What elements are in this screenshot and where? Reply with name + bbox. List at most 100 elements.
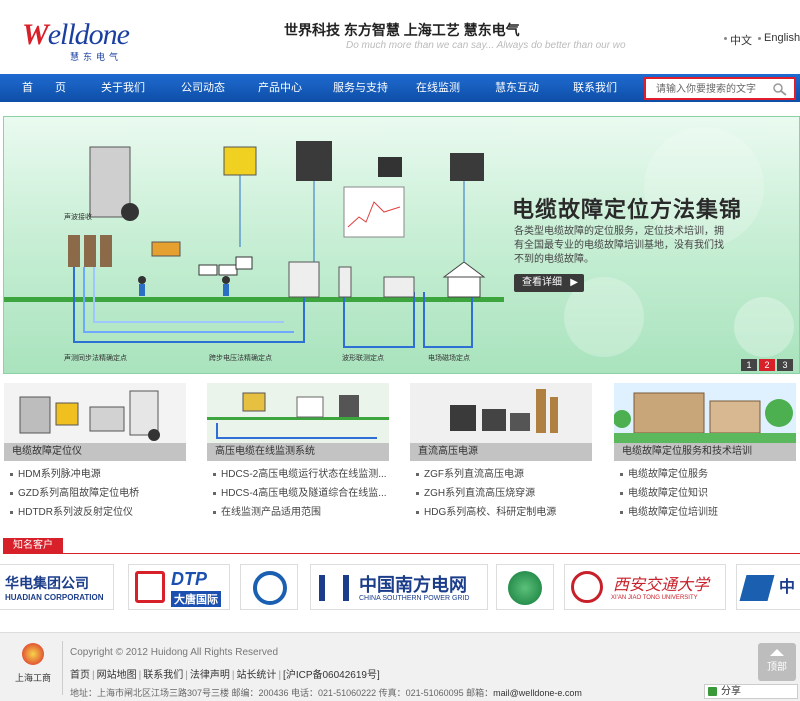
share-button[interactable]: 分享 — [704, 684, 798, 699]
csg-emblem-icon — [319, 575, 349, 601]
client-logo-csg[interactable]: 中国南方电网 CHINA SOUTHERN POWER GRID — [310, 564, 488, 610]
bullet-icon — [724, 37, 727, 40]
product-image[interactable] — [4, 383, 186, 443]
diagram-label: 声测同步法精确定点 — [64, 355, 127, 362]
footer-link-icp[interactable]: [沪ICP备06042619号] — [283, 670, 380, 681]
list-item[interactable]: HDCS-4高压电缆及隧道综合在线监... — [207, 484, 389, 503]
footer-link-home[interactable]: 首页 — [70, 670, 90, 681]
client-logo-xjtu[interactable]: 西安交通大学 XI'AN JIAO TONG UNIVERSITY — [564, 564, 726, 610]
list-item[interactable]: ZGH系列直流高压烧穿源 — [410, 484, 592, 503]
business-license-badge[interactable]: 上海工商 — [8, 643, 58, 695]
client-logo-sgcc[interactable] — [496, 564, 554, 610]
product-category-bar[interactable]: 电缆故障定位仪 — [4, 443, 186, 461]
clients-section-title: 知名客户 — [3, 538, 63, 553]
list-item[interactable]: HDCS-2高压电缆运行状态在线监测... — [207, 465, 389, 484]
product-image[interactable] — [410, 383, 592, 443]
footer-address: 地址：上海市闸北区江场三路307号三楼 邮编：200436 电话：021-510… — [70, 688, 582, 698]
product-category-bar[interactable]: 高压电缆在线监测系统 — [207, 443, 389, 461]
product-list: HDCS-2高压电缆运行状态在线监测... HDCS-4高压电缆及隧道综合在线监… — [207, 465, 389, 522]
copyright: Copyright © 2012 Huidong All Rights Rese… — [70, 647, 279, 658]
fault-locator-image — [4, 383, 186, 443]
product-image[interactable] — [614, 383, 796, 443]
product-category-bar[interactable]: 直流高压电源 — [410, 443, 592, 461]
bullet-icon — [758, 37, 761, 40]
product-column-online-monitoring: 高压电缆在线监测系统 HDCS-2高压电缆运行状态在线监测... HDCS-4高… — [207, 383, 389, 523]
welldone-logo[interactable]: Welldone 慧东电气 — [12, 18, 132, 62]
view-details-button[interactable]: 查看详细 ▶ — [514, 274, 584, 292]
partial-emblem-icon — [739, 575, 775, 601]
national-emblem-icon — [22, 643, 44, 665]
logo-wordmark: Welldone — [22, 18, 130, 51]
product-list: ZGF系列直流高压电源 ZGH系列直流高压烧穿源 HDG系列高校、科研定制电源 — [410, 465, 592, 522]
client-logo-datang[interactable]: DTP 大唐国际 — [128, 564, 230, 610]
search-box — [644, 77, 796, 100]
header: Welldone 慧东电气 世界科技 东方智慧 上海工艺 慧东电气 Do muc… — [0, 0, 800, 74]
client-logo-huadian[interactable]: 华电集团公司 HUADIAN CORPORATION — [0, 564, 114, 610]
footer-link-contact[interactable]: 联系我们 — [143, 670, 183, 681]
search-icon[interactable] — [772, 82, 788, 96]
nav-about[interactable]: 关于我们 — [101, 74, 145, 102]
client-logo-gate[interactable] — [240, 564, 298, 610]
lang-english-link[interactable]: English — [764, 32, 800, 44]
lang-chinese-link[interactable]: 中文 — [730, 32, 752, 48]
slogan: 世界科技 东方智慧 上海工艺 慧东电气 — [284, 22, 520, 38]
product-list: 电缆故障定位服务 电缆故障定位知识 电缆故障定位培训班 — [614, 465, 796, 522]
product-list: HDM系列脉冲电源 GZD系列高阻故障定位电桥 HDTDR系列波反射定位仪 — [4, 465, 186, 522]
slogan-english: Do much more than we can say... Always d… — [346, 40, 626, 51]
search-input[interactable] — [656, 82, 766, 96]
nav-home[interactable]: 首 页 — [22, 74, 66, 102]
footer-link-sitemap[interactable]: 网站地图 — [97, 670, 137, 681]
slide-dot-3[interactable]: 3 — [777, 359, 793, 371]
nav-products[interactable]: 产品中心 — [258, 74, 302, 102]
diagram-label: 电场磁场定点 — [428, 355, 470, 362]
monitoring-system-image — [207, 383, 389, 443]
nav-interaction[interactable]: 慧东互动 — [495, 74, 539, 102]
product-column-service-training: 电缆故障定位服务和技术培训 电缆故障定位服务 电缆故障定位知识 电缆故障定位培训… — [614, 383, 796, 523]
product-column-fault-locator: 电缆故障定位仪 HDM系列脉冲电源 GZD系列高阻故障定位电桥 HDTDR系列波… — [4, 383, 186, 523]
nav-service[interactable]: 服务与支持 — [333, 74, 388, 102]
share-icon — [708, 687, 717, 696]
training-building-image — [614, 383, 796, 443]
footer-divider — [62, 641, 63, 695]
list-item[interactable]: 电缆故障定位知识 — [614, 484, 796, 503]
list-item[interactable]: HDM系列脉冲电源 — [4, 465, 186, 484]
hero-banner[interactable]: 声测同步法精确定点 跨步电压法精确定点 波形联测定点 电场磁场定点 声波接收 电… — [3, 116, 800, 374]
footer-links: 首页 | 网站地图 | 联系我们 | 法律声明 | 站长统计 | [沪ICP备06042619号] — [70, 670, 380, 681]
client-logo-partial[interactable]: 中 — [736, 564, 800, 610]
nav-online-monitoring[interactable]: 在线监测 — [416, 74, 460, 102]
banner-description: 各类型电缆故障的定位服务，定位技术培训，拥有全国最专业的电缆故障培训基地，没有我… — [514, 226, 724, 265]
list-item[interactable]: ZGF系列直流高压电源 — [410, 465, 592, 484]
footer-link-legal[interactable]: 法律声明 — [190, 670, 230, 681]
product-image[interactable] — [207, 383, 389, 443]
footer: 上海工商 Copyright © 2012 Huidong All Rights… — [0, 632, 800, 701]
list-item[interactable]: 电缆故障定位培训班 — [614, 503, 796, 522]
nav-news[interactable]: 公司动态 — [181, 74, 225, 102]
nav-contact[interactable]: 联系我们 — [573, 74, 617, 102]
slide-pager: 123 — [739, 357, 793, 371]
slide-dot-1[interactable]: 1 — [741, 359, 757, 371]
back-to-top-button[interactable]: 顶部 — [758, 643, 796, 681]
list-item[interactable]: HDTDR系列波反射定位仪 — [4, 503, 186, 522]
list-item[interactable]: 在线监测产品适用范围 — [207, 503, 389, 522]
footer-link-stats[interactable]: 站长统计 — [236, 670, 276, 681]
arrow-up-icon — [770, 649, 784, 656]
datang-emblem-icon — [135, 571, 165, 603]
power-emblem-icon — [253, 571, 287, 605]
list-item[interactable]: 电缆故障定位服务 — [614, 465, 796, 484]
logo-subtitle: 慧东电气 — [70, 52, 123, 62]
list-item[interactable]: GZD系列高阻故障定位电桥 — [4, 484, 186, 503]
diagram-label: 跨步电压法精确定点 — [209, 355, 272, 362]
product-column-dc-power: 直流高压电源 ZGF系列直流高压电源 ZGH系列直流高压烧穿源 HDG系列高校、… — [410, 383, 592, 523]
arrow-right-icon: ▶ — [570, 277, 578, 288]
product-category-bar[interactable]: 电缆故障定位服务和技术培训 — [614, 443, 796, 461]
diagram-label: 声波接收 — [64, 214, 92, 221]
slide-dot-2[interactable]: 2 — [759, 359, 775, 371]
diagram-label: 波形联测定点 — [342, 355, 384, 362]
xjtu-emblem-icon — [571, 571, 603, 603]
section-divider — [3, 553, 800, 554]
clients-logo-strip: 华电集团公司 HUADIAN CORPORATION DTP 大唐国际 中国南方… — [0, 560, 800, 620]
dc-power-image — [410, 383, 592, 443]
list-item[interactable]: HDG系列高校、科研定制电源 — [410, 503, 592, 522]
footer-email-link[interactable]: mail@welldone-e.com — [493, 688, 582, 698]
banner-title: 电缆故障定位方法集锦 — [512, 197, 743, 222]
